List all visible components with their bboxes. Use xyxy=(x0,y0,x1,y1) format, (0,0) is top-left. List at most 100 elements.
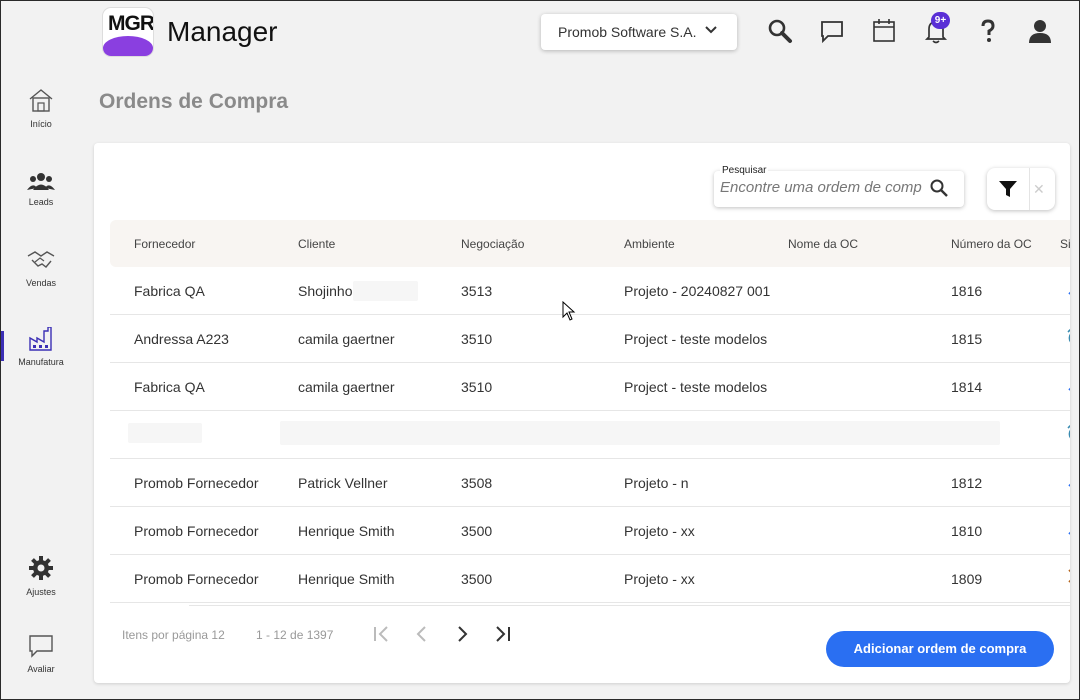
table-row[interactable]: Promob Fornecedor Patrick Vellner 3508 P… xyxy=(110,459,1070,507)
cell-fornecedor: Andressa A223 xyxy=(134,331,229,347)
sidebar-item-inicio[interactable]: Início xyxy=(1,87,81,129)
sidebar-item-leads[interactable]: Leads xyxy=(1,171,81,207)
logo-swoosh xyxy=(103,36,153,56)
filter-group: ✕ xyxy=(987,168,1055,210)
search-box[interactable] xyxy=(714,171,964,207)
filter-button[interactable] xyxy=(987,168,1030,210)
cell-ambiente: Projeto - 20240827 001 xyxy=(624,283,771,299)
chevron-down-icon xyxy=(705,26,717,34)
help-icon[interactable] xyxy=(975,18,1001,44)
cell-numero-oc: 1816 xyxy=(951,283,983,299)
column-header[interactable]: Ambiente xyxy=(624,237,675,251)
table-row[interactable]: Fabrica QA Shojinho 3513 Projeto - 20240… xyxy=(110,267,1070,315)
sidebar-item-manufatura[interactable]: Manufatura xyxy=(1,327,81,367)
cell-fornecedor: Promob Fornecedor xyxy=(134,571,259,587)
cell-fornecedor: Fabrica QA xyxy=(134,283,205,299)
sidebar: Início Leads Vendas Manufatura Ajustes A… xyxy=(1,1,81,700)
alarm-icon xyxy=(1067,424,1070,439)
company-name: Promob Software S.A. xyxy=(558,24,697,40)
arrow-up-right-icon xyxy=(1068,531,1070,535)
clear-filter-icon[interactable]: ✕ xyxy=(1033,181,1045,198)
prev-page-icon[interactable] xyxy=(412,624,432,644)
cell-negociacao: 3508 xyxy=(461,475,493,491)
cell-cliente: camila gaertner xyxy=(298,331,395,347)
cell-negociacao: 3513 xyxy=(461,283,493,299)
page-range: 1 - 12 de 1397 xyxy=(256,628,334,642)
redacted-block xyxy=(353,281,418,301)
cell-ambiente: Projeto - xx xyxy=(624,571,695,587)
cell-fornecedor: Promob Fornecedor xyxy=(134,475,259,491)
redacted-block xyxy=(128,423,202,443)
cell-negociacao: 3500 xyxy=(461,523,493,539)
items-per-page[interactable]: Itens por página 12 xyxy=(122,628,225,642)
alarm-icon xyxy=(1067,328,1070,343)
user-icon[interactable] xyxy=(1027,18,1053,44)
cell-fornecedor: Fabrica QA xyxy=(134,379,205,395)
cell-fornecedor: Promob Fornecedor xyxy=(134,523,259,539)
cell-negociacao: 3510 xyxy=(461,331,493,347)
chat-icon[interactable] xyxy=(819,18,845,44)
cell-cliente: camila gaertner xyxy=(298,379,395,395)
table-row[interactable] xyxy=(110,411,1070,459)
sidebar-item-label: Início xyxy=(30,119,52,129)
add-purchase-order-button[interactable]: Adicionar ordem de compra xyxy=(826,631,1054,667)
cell-cliente: Henrique Smith xyxy=(298,523,395,539)
cell-numero-oc: 1809 xyxy=(951,571,983,587)
table-row[interactable]: Promob Fornecedor Henrique Smith 3500 Pr… xyxy=(110,555,1070,603)
app-logo[interactable]: MGR xyxy=(103,8,153,56)
cell-ambiente: Project - teste modelos xyxy=(624,331,768,347)
column-header[interactable]: Cliente xyxy=(298,237,335,251)
sidebar-item-label: Leads xyxy=(28,197,54,207)
search-icon[interactable] xyxy=(930,179,948,197)
cell-negociacao: 3510 xyxy=(461,379,493,395)
page-title: Ordens de Compra xyxy=(99,90,289,113)
table-footer-divider xyxy=(189,605,1070,606)
close-icon xyxy=(1068,569,1070,583)
sidebar-item-ajustes[interactable]: Ajustes xyxy=(1,555,81,597)
gear-icon xyxy=(29,556,53,580)
company-selector[interactable]: Promob Software S.A. xyxy=(541,14,737,50)
cell-ambiente: Project - teste modelos xyxy=(624,379,768,395)
sidebar-item-label: Ajustes xyxy=(26,587,56,597)
calendar-icon[interactable] xyxy=(871,18,897,44)
arrow-up-right-icon xyxy=(1068,483,1070,487)
sidebar-item-avaliar[interactable]: Avaliar xyxy=(1,634,81,674)
search-icon[interactable] xyxy=(767,18,793,44)
cell-cliente: Henrique Smith xyxy=(298,571,395,587)
sidebar-item-label: Vendas xyxy=(25,278,57,288)
first-page-icon[interactable] xyxy=(372,624,392,644)
cell-cliente: Patrick Vellner xyxy=(298,475,388,491)
search-label: Pesquisar xyxy=(720,165,769,176)
table-row[interactable]: Fabrica QA camila gaertner 3510 Project … xyxy=(110,363,1070,411)
arrow-up-right-icon xyxy=(1068,291,1070,295)
handshake-icon xyxy=(27,251,55,268)
redacted-block xyxy=(280,421,1000,445)
search-input[interactable] xyxy=(720,179,922,196)
sidebar-item-vendas[interactable]: Vendas xyxy=(1,248,81,288)
next-page-icon[interactable] xyxy=(452,624,472,644)
home-icon xyxy=(29,89,53,112)
column-header[interactable]: Nome da OC xyxy=(788,237,858,251)
column-header[interactable]: Fornecedor xyxy=(134,237,195,251)
last-page-icon[interactable] xyxy=(492,624,512,644)
column-header[interactable]: Número da OC xyxy=(951,237,1032,251)
chat-bubble-icon xyxy=(29,635,53,658)
orders-card: Pesquisar ✕ Fornecedor Cliente Negociaçã… xyxy=(94,143,1070,683)
table-row[interactable]: Promob Fornecedor Henrique Smith 3500 Pr… xyxy=(110,507,1070,555)
cell-numero-oc: 1812 xyxy=(951,475,983,491)
logo-text: MGR xyxy=(108,12,153,35)
cell-numero-oc: 1815 xyxy=(951,331,983,347)
cell-numero-oc: 1814 xyxy=(951,379,983,395)
app-title: Manager xyxy=(167,16,278,47)
cell-negociacao: 3500 xyxy=(461,571,493,587)
cell-numero-oc: 1810 xyxy=(951,523,983,539)
filter-icon xyxy=(999,181,1017,197)
table-row[interactable]: Andressa A223 camila gaertner 3510 Proje… xyxy=(110,315,1070,363)
table-header: Fornecedor Cliente Negociação Ambiente N… xyxy=(110,220,1070,267)
column-header[interactable]: Negociação xyxy=(461,237,524,251)
column-header[interactable]: Situ xyxy=(1060,237,1070,251)
cell-ambiente: Projeto - xx xyxy=(624,523,695,539)
sidebar-item-label: Avaliar xyxy=(27,664,55,674)
arrow-up-right-icon xyxy=(1068,387,1070,391)
factory-icon xyxy=(29,327,52,351)
